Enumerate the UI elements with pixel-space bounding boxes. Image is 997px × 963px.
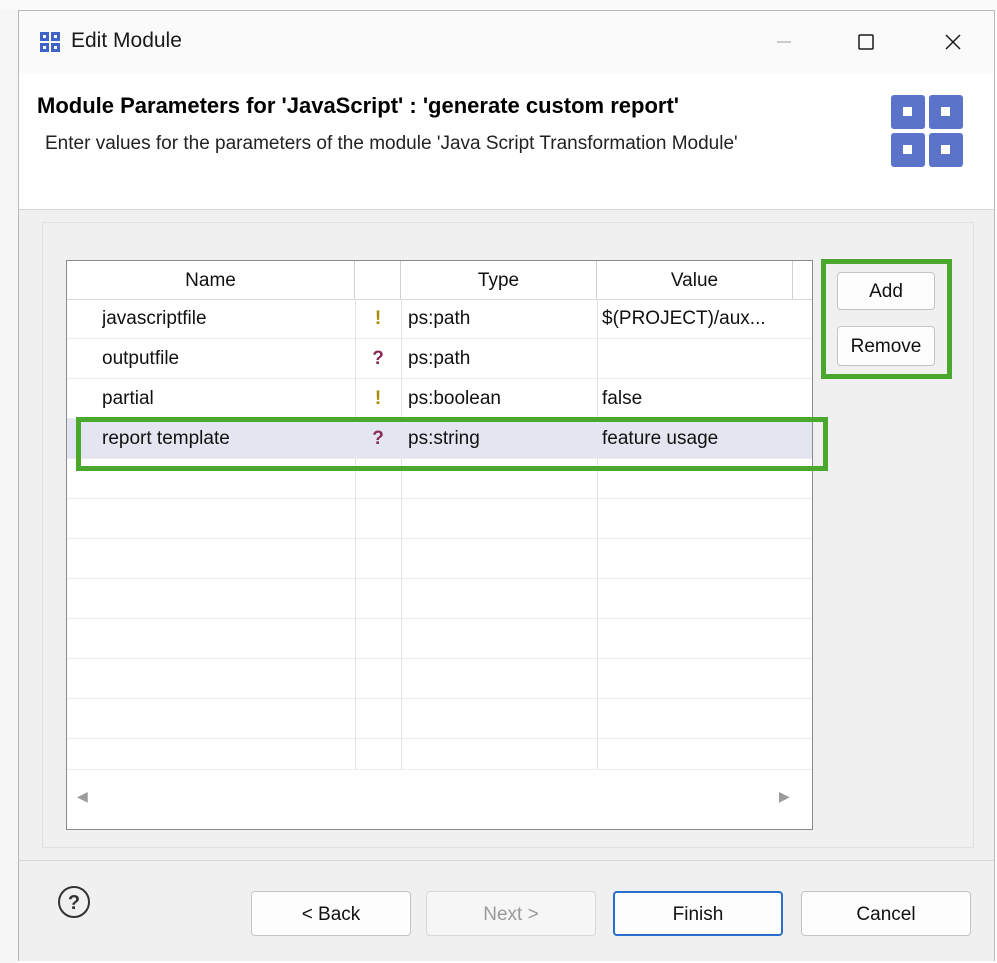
wizard-header: Module Parameters for 'JavaScript' : 'ge…	[19, 73, 994, 210]
page-description: Enter values for the parameters of the m…	[45, 133, 738, 154]
empty-table-row	[67, 539, 812, 579]
parameter-type: ps:string	[408, 428, 480, 449]
parameter-type: ps:boolean	[408, 388, 501, 409]
window-title: Edit Module	[71, 29, 182, 52]
parameter-value[interactable]: feature usage	[602, 419, 792, 459]
horizontal-scrollbar[interactable]: ◀ ▶	[67, 769, 812, 829]
content-area: Name Type Value javascriptfile ! ps:path…	[19, 210, 994, 860]
module-grid-icon	[39, 31, 61, 53]
minimize-button[interactable]	[754, 15, 814, 69]
parameter-value[interactable]: false	[602, 379, 792, 419]
empty-table-row	[67, 619, 812, 659]
maximize-icon	[858, 34, 874, 50]
minimize-icon	[777, 41, 791, 43]
empty-table-row	[67, 579, 812, 619]
optional-icon: ?	[372, 348, 384, 369]
table-row[interactable]: partial ! ps:boolean false	[67, 379, 812, 419]
column-header-value[interactable]: Value	[597, 261, 793, 299]
scroll-left-icon[interactable]: ◀	[77, 788, 88, 805]
finish-button[interactable]: Finish	[613, 891, 783, 936]
empty-table-row	[67, 499, 812, 539]
back-button[interactable]: < Back	[251, 891, 411, 936]
edit-module-dialog: Edit Module Module Parameters for 'JavaS…	[18, 10, 995, 961]
close-icon	[945, 34, 961, 50]
column-header-flag[interactable]	[355, 261, 401, 299]
column-header-type[interactable]: Type	[401, 261, 597, 299]
empty-table-row	[67, 699, 812, 739]
parameter-value[interactable]: $(PROJECT)/aux...	[602, 299, 792, 339]
svg-text:?: ?	[68, 892, 80, 914]
required-icon: !	[374, 308, 382, 329]
parameter-value[interactable]	[602, 339, 792, 379]
add-button[interactable]: Add	[837, 272, 935, 310]
remove-button[interactable]: Remove	[837, 326, 935, 366]
cancel-button[interactable]: Cancel	[801, 891, 971, 936]
optional-icon: ?	[372, 428, 384, 449]
parameter-name: outputfile	[102, 348, 180, 369]
help-icon[interactable]: ?	[57, 885, 91, 919]
next-button[interactable]: Next >	[426, 891, 596, 936]
empty-table-row	[67, 659, 812, 699]
module-grid-icon	[889, 93, 965, 169]
close-button[interactable]	[923, 15, 983, 69]
empty-table-row	[67, 459, 812, 499]
table-row[interactable]: outputfile ? ps:path	[67, 339, 812, 379]
table-row-selected[interactable]: report template ? ps:string feature usag…	[67, 419, 812, 459]
column-header-name[interactable]: Name	[67, 261, 355, 299]
required-icon: !	[374, 388, 382, 409]
parameter-name: report template	[102, 428, 230, 449]
scroll-right-icon[interactable]: ▶	[779, 788, 790, 805]
parameter-type: ps:path	[408, 348, 471, 369]
title-bar[interactable]: Edit Module	[19, 11, 994, 73]
page-title: Module Parameters for 'JavaScript' : 'ge…	[37, 93, 680, 118]
parameter-type: ps:path	[408, 308, 471, 329]
parameters-table[interactable]: Name Type Value javascriptfile ! ps:path…	[66, 260, 813, 830]
parameter-name: partial	[102, 388, 154, 409]
parameter-name: javascriptfile	[102, 308, 207, 329]
table-row[interactable]: javascriptfile ! ps:path $(PROJECT)/aux.…	[67, 299, 812, 339]
background-strip	[0, 0, 18, 963]
button-bar: ? < Back Next > Finish Cancel	[19, 860, 994, 961]
maximize-button[interactable]	[836, 15, 896, 69]
table-header: Name Type Value	[67, 261, 812, 300]
background-strip-top	[0, 0, 997, 10]
